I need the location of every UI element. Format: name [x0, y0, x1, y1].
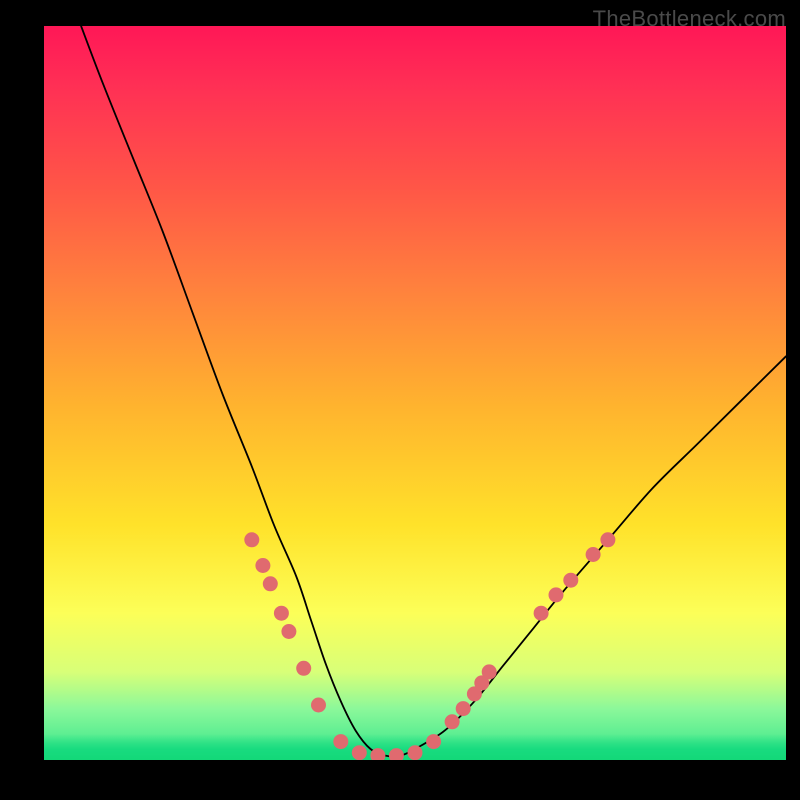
data-markers	[244, 532, 615, 760]
data-marker	[281, 624, 296, 639]
data-marker	[263, 576, 278, 591]
data-marker	[274, 606, 289, 621]
bottleneck-curve	[81, 26, 786, 756]
data-marker	[534, 606, 549, 621]
data-marker	[586, 547, 601, 562]
data-marker	[426, 734, 441, 749]
data-marker	[244, 532, 259, 547]
watermark-text: TheBottleneck.com	[593, 6, 786, 32]
data-marker	[600, 532, 615, 547]
data-marker	[549, 587, 564, 602]
data-marker	[456, 701, 471, 716]
bottleneck-chart-svg	[44, 26, 786, 760]
data-marker	[389, 748, 404, 760]
data-marker	[311, 698, 326, 713]
data-marker	[352, 745, 367, 760]
data-marker	[563, 573, 578, 588]
data-marker	[482, 664, 497, 679]
data-marker	[333, 734, 348, 749]
data-marker	[408, 745, 423, 760]
data-marker	[255, 558, 270, 573]
chart-frame: TheBottleneck.com	[0, 0, 800, 800]
data-marker	[296, 661, 311, 676]
data-marker	[445, 714, 460, 729]
